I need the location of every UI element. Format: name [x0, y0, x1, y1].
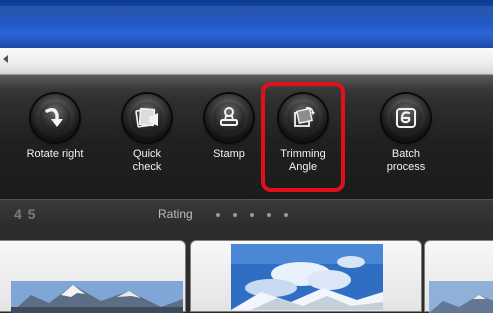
rating-numbers: 4 5 [14, 206, 37, 222]
rating-dot-4[interactable] [267, 213, 271, 217]
batch-process-icon [396, 108, 416, 128]
quick-check-button-circle[interactable] [123, 94, 171, 142]
batch-process-label: Batch process [386, 148, 426, 173]
menu-scroll-left-icon[interactable] [3, 55, 8, 63]
thumbnail-frame-2[interactable] [190, 240, 422, 312]
mountain-photo-icon [11, 281, 183, 313]
rotate-right-arrow-icon [45, 107, 63, 127]
rating-dot-3[interactable] [250, 213, 254, 217]
rotate-right-label: Rotate right [26, 148, 84, 160]
stamp-icon [220, 107, 238, 126]
quick-check-icon [135, 107, 158, 128]
thumbnail-photo-1[interactable] [11, 281, 183, 313]
stamp-button-circle[interactable] [205, 94, 253, 142]
quick-check-label: Quick check [132, 148, 162, 173]
title-bar-shine [0, 6, 493, 24]
sky-clouds-photo-icon [231, 244, 383, 310]
thumbnail-photo-2[interactable] [231, 244, 383, 310]
rating-bar: 4 5 Rating [0, 199, 493, 231]
menu-strip [0, 48, 493, 75]
rating-label: Rating [158, 207, 193, 221]
thumbnail-frame-3[interactable] [424, 240, 493, 313]
rating-dot-1[interactable] [216, 213, 220, 217]
thumbnail-frame-1[interactable] [0, 240, 186, 313]
thumbnail-photo-3[interactable] [429, 281, 493, 313]
rotate-right-button-circle[interactable] [31, 94, 79, 142]
window-title-bar [0, 0, 493, 48]
rating-dot-5[interactable] [284, 213, 288, 217]
toolbar-gloss [0, 75, 493, 89]
batch-process-button-circle[interactable] [382, 94, 430, 142]
landscape-photo-icon [429, 281, 493, 313]
rotate-right-button[interactable]: Rotate right [10, 94, 100, 161]
rating-dot-2[interactable] [233, 213, 237, 217]
trimming-angle-highlight-box [261, 82, 345, 192]
quick-check-button[interactable]: Quick check [102, 94, 192, 174]
batch-process-button[interactable]: Batch process [361, 94, 451, 174]
